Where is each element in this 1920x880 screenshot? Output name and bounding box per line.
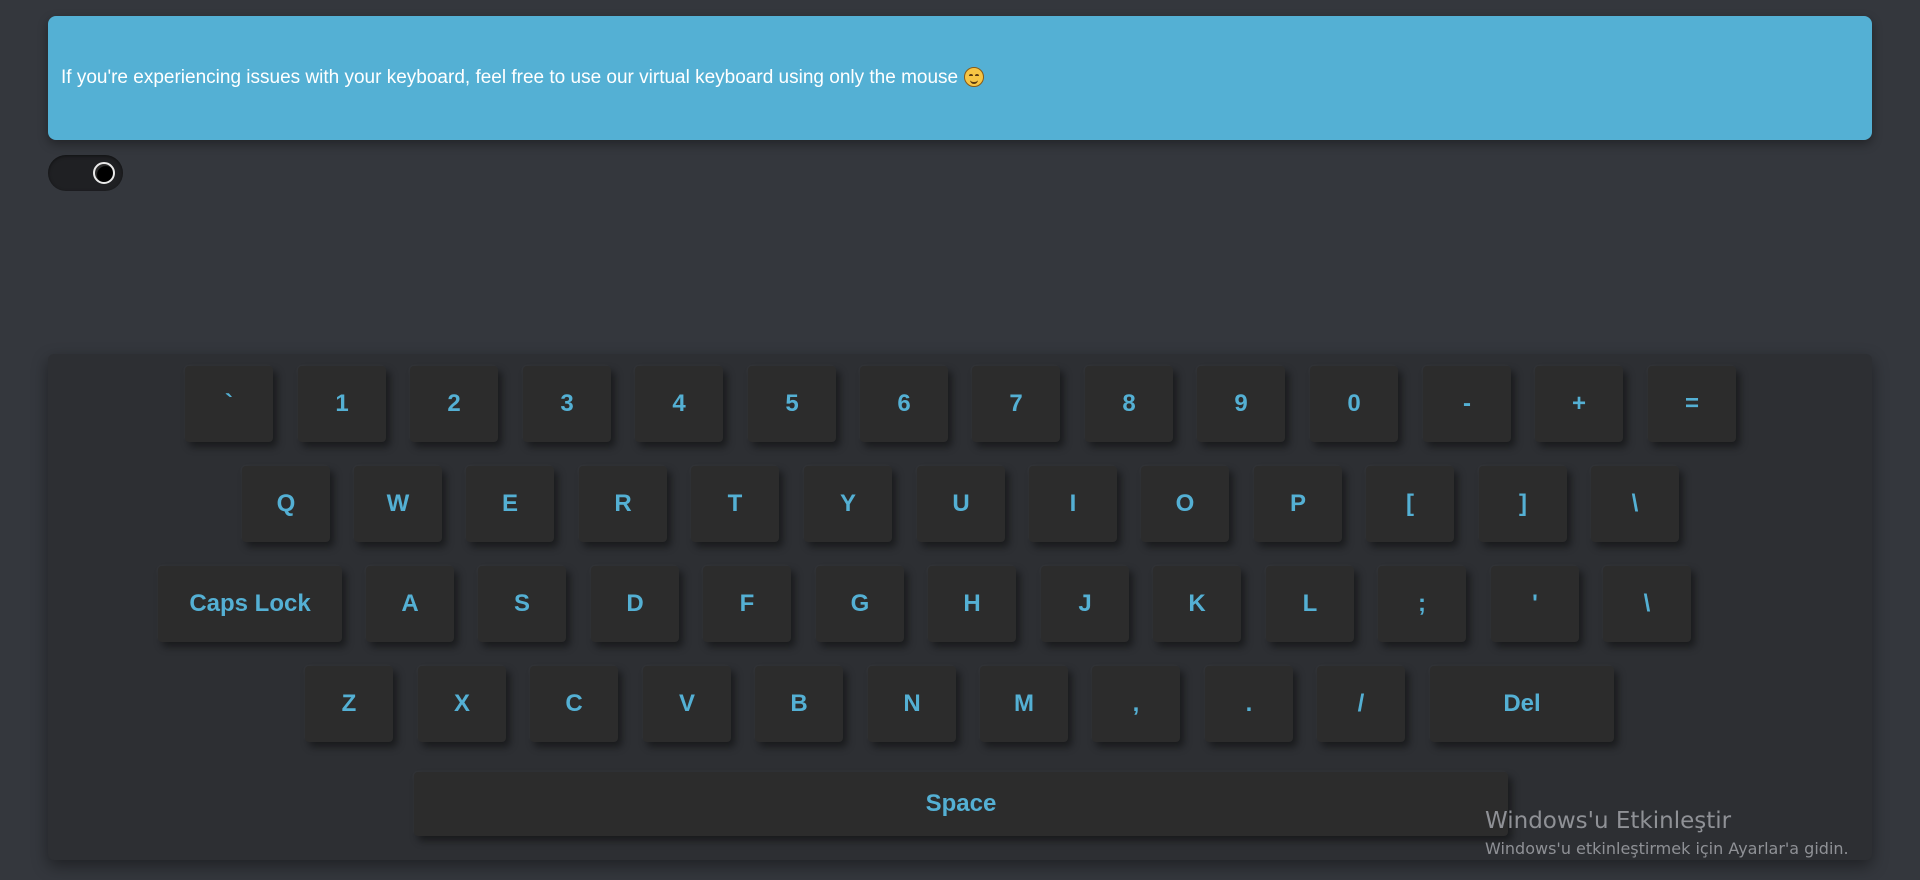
key-z[interactable]: Z: [305, 666, 393, 742]
key-4[interactable]: 4: [635, 366, 723, 442]
key-left-bracket[interactable]: [: [1366, 466, 1454, 542]
key-semicolon[interactable]: ;: [1378, 566, 1466, 642]
key-u[interactable]: U: [917, 466, 1005, 542]
key-delete[interactable]: Del: [1430, 666, 1614, 742]
key-caps-lock[interactable]: Caps Lock: [158, 566, 342, 642]
key-v[interactable]: V: [643, 666, 731, 742]
key-comma[interactable]: ,: [1092, 666, 1180, 742]
key-p[interactable]: P: [1254, 466, 1342, 542]
key-minus[interactable]: -: [1423, 366, 1511, 442]
key-apostrophe[interactable]: ': [1491, 566, 1579, 642]
key-9[interactable]: 9: [1197, 366, 1285, 442]
key-5[interactable]: 5: [748, 366, 836, 442]
key-x[interactable]: X: [418, 666, 506, 742]
key-right-bracket[interactable]: ]: [1479, 466, 1567, 542]
key-period[interactable]: .: [1205, 666, 1293, 742]
key-space[interactable]: Space: [414, 772, 1508, 836]
key-j[interactable]: J: [1041, 566, 1129, 642]
key-7[interactable]: 7: [972, 366, 1060, 442]
key-a[interactable]: A: [366, 566, 454, 642]
virtual-keyboard-toggle[interactable]: [48, 155, 123, 191]
key-g[interactable]: G: [816, 566, 904, 642]
key-d[interactable]: D: [591, 566, 679, 642]
key-slash[interactable]: /: [1317, 666, 1405, 742]
info-banner: If you're experiencing issues with your …: [48, 16, 1872, 140]
key-equals[interactable]: =: [1648, 366, 1736, 442]
key-plus[interactable]: +: [1535, 366, 1623, 442]
virtual-keyboard: ` 1 2 3 4 5 6 7 8 9 0 - + = Q W E R T Y …: [48, 354, 1872, 860]
key-s[interactable]: S: [478, 566, 566, 642]
watermark-title: Windows'u Etkinleştir: [1485, 808, 1732, 834]
key-backslash[interactable]: \: [1591, 466, 1679, 542]
watermark-subtitle: Windows'u etkinleştirmek için Ayarlar'a …: [1485, 839, 1849, 858]
key-e[interactable]: E: [466, 466, 554, 542]
key-backslash-2[interactable]: \: [1603, 566, 1691, 642]
key-w[interactable]: W: [354, 466, 442, 542]
banner-message: If you're experiencing issues with your …: [61, 67, 985, 89]
key-o[interactable]: O: [1141, 466, 1229, 542]
smiling-face-icon: [964, 67, 985, 87]
key-t[interactable]: T: [691, 466, 779, 542]
key-r[interactable]: R: [579, 466, 667, 542]
toggle-knob-icon: [93, 162, 115, 184]
key-n[interactable]: N: [868, 666, 956, 742]
key-2[interactable]: 2: [410, 366, 498, 442]
key-0[interactable]: 0: [1310, 366, 1398, 442]
key-m[interactable]: M: [980, 666, 1068, 742]
key-b[interactable]: B: [755, 666, 843, 742]
windows-activation-watermark: Windows'u Etkinleştir Windows'u etkinleş…: [1485, 806, 1849, 860]
key-i[interactable]: I: [1029, 466, 1117, 542]
key-6[interactable]: 6: [860, 366, 948, 442]
key-k[interactable]: K: [1153, 566, 1241, 642]
key-y[interactable]: Y: [804, 466, 892, 542]
key-h[interactable]: H: [928, 566, 1016, 642]
key-backtick[interactable]: `: [185, 366, 273, 442]
key-3[interactable]: 3: [523, 366, 611, 442]
key-f[interactable]: F: [703, 566, 791, 642]
key-1[interactable]: 1: [298, 366, 386, 442]
key-8[interactable]: 8: [1085, 366, 1173, 442]
key-l[interactable]: L: [1266, 566, 1354, 642]
key-q[interactable]: Q: [242, 466, 330, 542]
key-c[interactable]: C: [530, 666, 618, 742]
